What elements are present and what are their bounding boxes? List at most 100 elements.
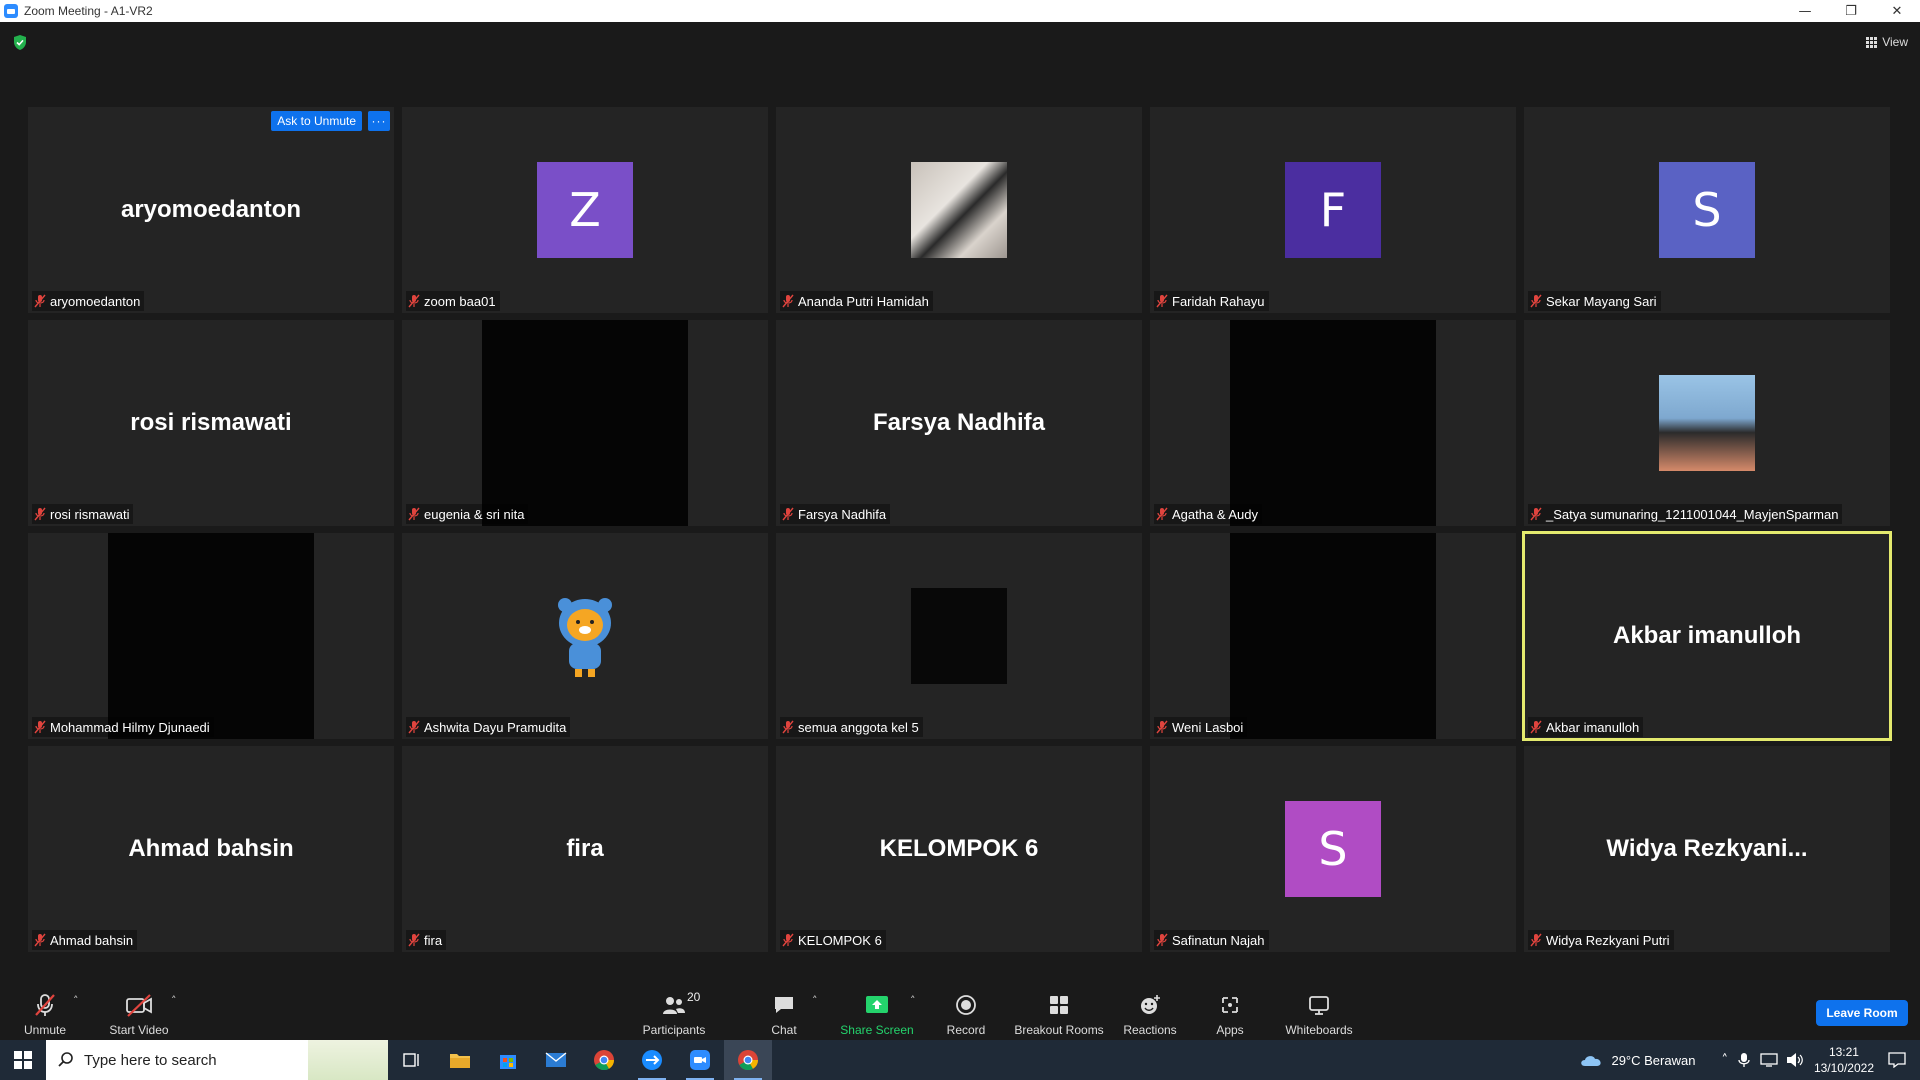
file-explorer-icon[interactable] [436, 1040, 484, 1080]
start-button[interactable] [0, 1040, 46, 1080]
breakout-rooms-button[interactable]: Breakout Rooms [1014, 986, 1104, 1040]
participants-button[interactable]: 20 Participants [640, 986, 708, 1040]
taskbar-search-box[interactable]: Type here to search [46, 1040, 388, 1080]
participant-tile[interactable]: F Faridah Rahayu [1150, 107, 1516, 313]
participant-display-name: KELOMPOK 6 [879, 835, 1039, 862]
participant-tile[interactable]: Akbar imanulloh Akbar imanulloh [1522, 531, 1892, 741]
ask-to-unmute-button[interactable]: Ask to Unmute [271, 111, 362, 131]
participant-tile[interactable]: fira fira [402, 746, 768, 952]
participant-tile[interactable]: S Sekar Mayang Sari [1524, 107, 1890, 313]
muted-mic-icon [1156, 507, 1168, 521]
network-icon[interactable] [1760, 1053, 1778, 1067]
participant-tile[interactable]: Ashwita Dayu Pramudita [402, 533, 768, 739]
muted-mic-icon [782, 294, 794, 308]
muted-mic-icon [408, 294, 420, 308]
participant-name-tag: Mohammad Hilmy Djunaedi [32, 717, 214, 737]
muted-mic-icon [1530, 933, 1542, 947]
video-feed [482, 320, 688, 526]
participant-tile[interactable]: S Safinatun Najah [1150, 746, 1516, 952]
participant-name: semua anggota kel 5 [798, 719, 919, 735]
more-options-icon[interactable]: ··· [368, 111, 390, 131]
muted-mic-icon [782, 507, 794, 521]
participant-tile[interactable]: Zzoom baa01 [402, 107, 768, 313]
participant-tile[interactable]: KELOMPOK 6 KELOMPOK 6 [776, 746, 1142, 952]
chrome-icon[interactable] [580, 1040, 628, 1080]
participant-name: Safinatun Najah [1172, 932, 1265, 948]
unmute-button[interactable]: Unmute [18, 986, 72, 1040]
participant-name: KELOMPOK 6 [798, 932, 882, 948]
participant-name: Ahmad bahsin [50, 932, 134, 948]
microphone-in-use-icon[interactable] [1738, 1052, 1750, 1068]
view-button[interactable]: View [1866, 32, 1908, 52]
video-feed [108, 533, 314, 739]
participant-tile[interactable]: rosi rismawati rosi rismawati [28, 320, 394, 526]
window-title: Zoom Meeting - A1-VR2 [24, 4, 153, 18]
minimize-button[interactable]: — [1782, 0, 1828, 22]
gallery-view: aryomoedanton Ask to Unmute ··· aryomoedant… [28, 107, 1892, 953]
apps-button[interactable]: Apps [1210, 986, 1250, 1040]
participant-name: zoom baa01 [424, 293, 496, 309]
participant-tile[interactable]: Ananda Putri Hamidah [776, 107, 1142, 313]
muted-mic-icon [1530, 720, 1542, 734]
participant-tile[interactable]: Widya Rezkyani... Widya Rezkyani Putri [1524, 746, 1890, 952]
chat-options-caret-icon[interactable]: ˄ [812, 994, 818, 1007]
task-view-icon[interactable] [388, 1040, 436, 1080]
record-button[interactable]: Record [942, 986, 990, 1040]
chat-button[interactable]: Chat [764, 986, 804, 1040]
leave-room-button[interactable]: Leave Room [1816, 1000, 1908, 1026]
remote-app-icon[interactable] [628, 1040, 676, 1080]
muted-mic-icon [408, 933, 420, 947]
participant-tile[interactable]: Ahmad bahsin Ahmad bahsin [28, 746, 394, 952]
encryption-shield-icon[interactable] [12, 34, 28, 51]
show-hidden-icons-caret-icon[interactable]: ˄ [1721, 1053, 1728, 1068]
avatar: S [1659, 162, 1755, 258]
participant-name: Agatha & Audy [1172, 506, 1259, 522]
participant-tile[interactable]: Farsya Nadhifa Farsya Nadhifa [776, 320, 1142, 526]
windows-logo-icon [14, 1051, 32, 1069]
share-screen-button[interactable]: Share Screen [838, 986, 916, 1040]
start-video-button[interactable]: Start Video [104, 986, 174, 1040]
participant-tile[interactable]: Weni Lasboi [1150, 533, 1516, 739]
close-button[interactable]: ✕ [1874, 0, 1920, 22]
microsoft-store-icon[interactable] [484, 1040, 532, 1080]
reactions-button[interactable]: Reactions [1122, 986, 1178, 1040]
taskbar-clock[interactable]: 13:21 13/10/2022 [1814, 1044, 1874, 1076]
audio-options-caret-icon[interactable]: ˄ [73, 994, 79, 1007]
weather-text[interactable]: 29°C Berawan [1611, 1053, 1695, 1068]
video-feed [1230, 533, 1436, 739]
participant-tile[interactable]: eugenia & sri nita [402, 320, 768, 526]
volume-icon[interactable] [1786, 1052, 1804, 1068]
muted-mic-icon [1156, 294, 1168, 308]
participant-display-name: Widya Rezkyani... [1606, 835, 1808, 862]
participant-tile[interactable]: _Satya sumunaring_1211001044_MayjenSparm… [1524, 320, 1890, 526]
avatar: Z [537, 162, 633, 258]
participant-name-tag: Akbar imanulloh [1528, 717, 1644, 737]
participant-name-tag: zoom baa01 [406, 291, 500, 311]
gallery-grid-icon [1866, 36, 1878, 48]
notifications-icon[interactable] [1888, 1052, 1906, 1068]
participant-name-tag: fira [406, 930, 447, 950]
participant-tile[interactable]: aryomoedanton Ask to Unmute ··· aryomoedant… [28, 107, 394, 313]
restore-button[interactable]: ❐ [1828, 0, 1874, 22]
video-options-caret-icon[interactable]: ˄ [171, 994, 177, 1007]
share-options-caret-icon[interactable]: ˄ [910, 994, 916, 1007]
participant-name-tag: Farsya Nadhifa [780, 504, 891, 524]
whiteboards-button[interactable]: Whiteboards [1282, 986, 1356, 1040]
chrome-profile-icon[interactable] [724, 1040, 772, 1080]
participant-name: Ashwita Dayu Pramudita [424, 719, 567, 735]
participant-name: Mohammad Hilmy Djunaedi [50, 719, 210, 735]
muted-mic-icon [408, 720, 420, 734]
participant-name: fira [424, 932, 443, 948]
mail-icon[interactable] [532, 1040, 580, 1080]
participant-name-tag: semua anggota kel 5 [780, 717, 923, 737]
start-video-label: Start Video [109, 1023, 169, 1037]
whiteboards-label: Whiteboards [1285, 1023, 1353, 1037]
video-off-icon [126, 994, 152, 1017]
participant-name: Akbar imanulloh [1546, 719, 1640, 735]
participant-tile[interactable]: semua anggota kel 5 [776, 533, 1142, 739]
zoom-taskbar-icon[interactable] [676, 1040, 724, 1080]
participant-tile[interactable]: Mohammad Hilmy Djunaedi [28, 533, 394, 739]
apps-label: Apps [1216, 1023, 1244, 1037]
participant-name: Sekar Mayang Sari [1546, 293, 1657, 309]
participant-tile[interactable]: Agatha & Audy [1150, 320, 1516, 526]
